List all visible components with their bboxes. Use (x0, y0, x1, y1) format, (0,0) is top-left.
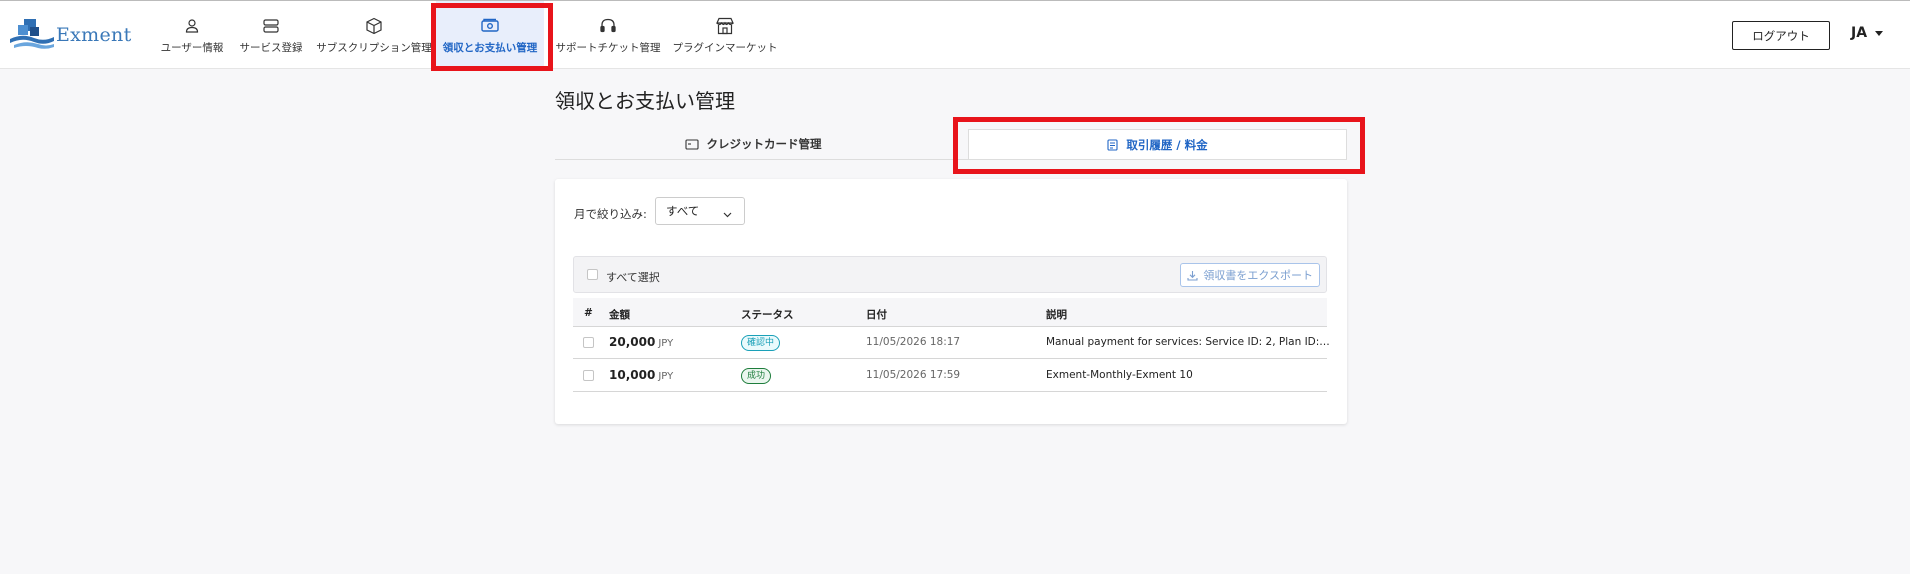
row-checkbox[interactable] (583, 370, 594, 381)
month-filter-value: すべて (666, 204, 700, 218)
month-filter-select[interactable]: すべて (655, 197, 745, 225)
nav-item-label: サービス登録 (239, 42, 303, 54)
tab-credit-card[interactable]: クレジットカード管理 (555, 129, 951, 159)
logo-text: Exment (56, 24, 132, 46)
language-label: JA (1851, 25, 1868, 41)
nav-item-label: サブスクリプション管理 (316, 42, 432, 54)
select-all-checkbox[interactable] (587, 269, 598, 280)
nav-item-billing[interactable]: 領収とお支払い管理 (436, 1, 544, 69)
amount-value: 10,000 (609, 368, 656, 382)
download-icon (1187, 270, 1198, 281)
server-icon (260, 15, 282, 37)
amount-cell: 10,000 JPY (609, 368, 673, 382)
select-all-label: すべて選択 (606, 271, 660, 284)
nav-item-support-ticket[interactable]: サポートチケット管理 (554, 1, 662, 69)
nav-item-user-info[interactable]: ユーザー情報 (158, 1, 226, 69)
document-icon (1107, 138, 1118, 151)
money-icon (479, 15, 501, 37)
nav-item-plugin-market[interactable]: プラグインマーケット (672, 1, 778, 69)
box-icon (363, 15, 385, 37)
bulk-action-bar: すべて選択 領収書をエクスポート (573, 256, 1327, 293)
month-filter-label: 月で絞り込み: (574, 207, 647, 221)
nav-item-label: プラグインマーケット (672, 42, 778, 54)
table-header: # 金額 ステータス 日付 説明 (573, 298, 1327, 327)
user-icon (181, 15, 203, 37)
caret-down-icon (1875, 30, 1884, 36)
logo-icon (8, 17, 54, 53)
currency-code: JPY (658, 338, 674, 349)
status-badge: 確認中 (741, 335, 781, 351)
column-header-amount: 金額 (609, 309, 630, 321)
language-selector[interactable]: JA (1851, 25, 1884, 41)
credit-card-icon (684, 138, 699, 150)
export-receipts-button[interactable]: 領収書をエクスポート (1180, 263, 1320, 287)
column-header-description: 説明 (1046, 309, 1067, 321)
nav-item-service-registration[interactable]: サービス登録 (236, 1, 306, 69)
nav-item-label: サポートチケット管理 (555, 42, 661, 54)
store-icon (714, 15, 736, 37)
export-receipts-label: 領収書をエクスポート (1203, 269, 1313, 282)
status-badge: 成功 (741, 368, 772, 384)
table-row[interactable]: 10,000 JPY 成功 11/05/2026 17:59 Exment-Mon… (573, 360, 1327, 392)
date-cell: 11/05/2026 17:59 (866, 369, 961, 381)
tab-transaction-history[interactable]: 取引履歴 / 料金 (968, 129, 1347, 159)
headset-icon (597, 15, 619, 37)
nav-item-label: ユーザー情報 (160, 42, 224, 54)
description-cell: Manual payment for services: Service ID:… (1046, 336, 1330, 348)
exment-logo[interactable]: Exment (8, 17, 132, 53)
nav-item-label: 領収とお支払い管理 (442, 42, 538, 54)
column-header-index: # (584, 307, 593, 319)
chevron-down-icon (723, 207, 732, 221)
page-title: 領収とお支払い管理 (555, 89, 735, 113)
logout-button[interactable]: ログアウト (1732, 21, 1830, 50)
table-row[interactable]: 20,000 JPY 確認中 11/05/2026 18:17 Manual pa… (573, 327, 1330, 359)
date-cell: 11/05/2026 18:17 (866, 336, 961, 348)
amount-value: 20,000 (609, 335, 656, 349)
column-header-status: ステータス (741, 309, 794, 321)
column-header-date: 日付 (866, 309, 887, 321)
currency-code: JPY (658, 371, 674, 382)
description-cell: Exment-Monthly-Exment 10 (1046, 369, 1193, 381)
nav-item-subscription[interactable]: サブスクリプション管理 (314, 1, 434, 69)
top-header: Exment ユーザー情報 サービス登録 サブスクリプション管理 領収とお支払い… (0, 0, 1910, 69)
tab-label: 取引履歴 / 料金 (1126, 137, 1208, 152)
amount-cell: 20,000 JPY (609, 335, 673, 349)
transactions-card: 月で絞り込み: すべて すべて選択 領収書をエクスポート # 金額 ステータス … (555, 179, 1347, 424)
tab-label: クレジットカード管理 (706, 137, 822, 151)
row-checkbox[interactable] (583, 337, 594, 348)
tab-bar: クレジットカード管理 取引履歴 / 料金 (555, 129, 1347, 160)
